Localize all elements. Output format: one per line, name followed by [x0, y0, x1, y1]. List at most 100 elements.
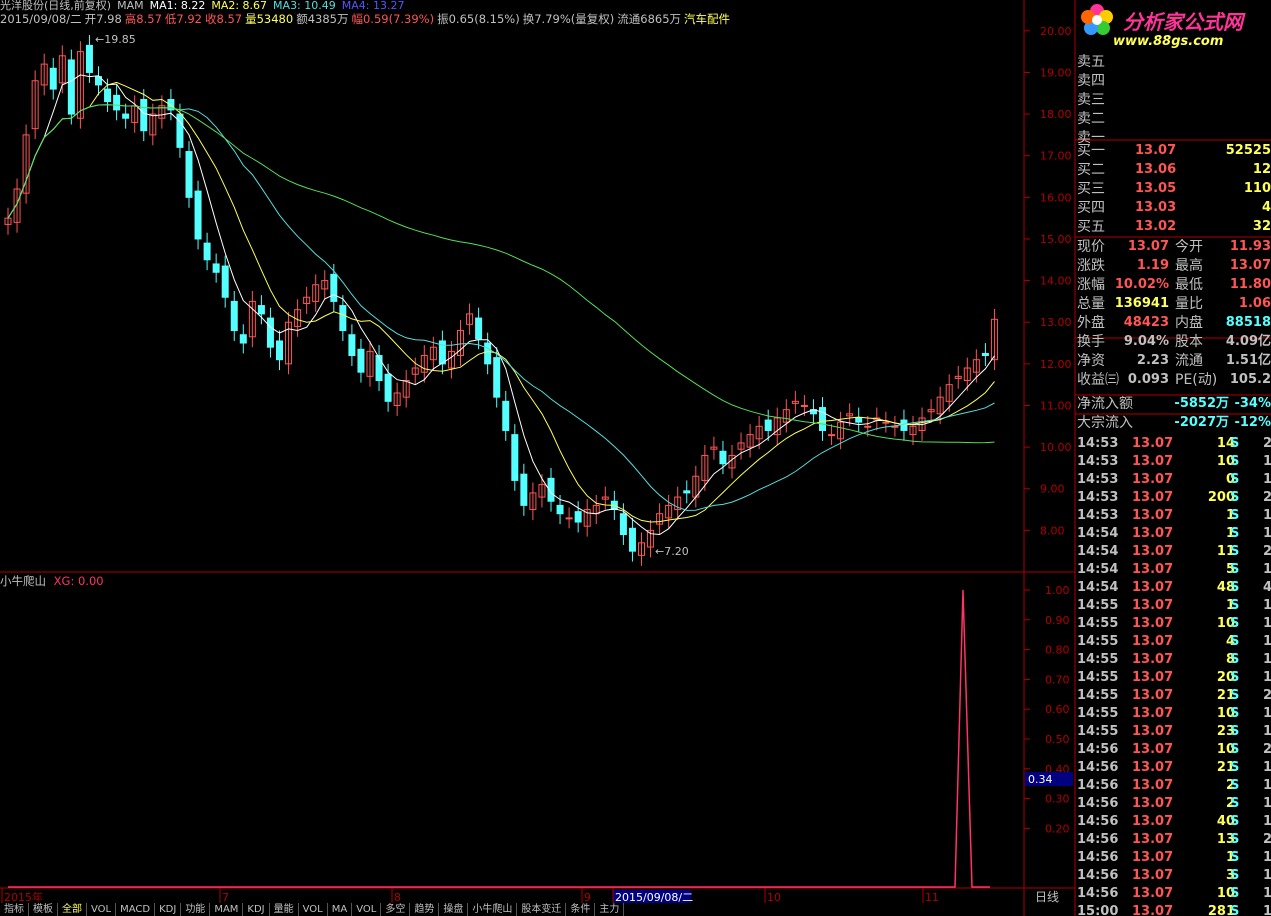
candle-body [384, 373, 392, 402]
tick-row: 14:55 13.07 21 S 2 [1075, 687, 1271, 705]
tick-count: 1 [1263, 670, 1271, 685]
quote-label: 今开 [1175, 239, 1203, 255]
indicator-tab[interactable]: 量能 [270, 903, 299, 916]
price-axis-label: 19.00 [1040, 66, 1072, 79]
sub-axis-label: 0.70 [1045, 673, 1070, 686]
tick-side: S [1230, 652, 1240, 667]
info-sector: 汽车配件 [684, 12, 731, 26]
tick-row: 14:56 13.07 3 S 1 [1075, 867, 1271, 885]
indicator-tab[interactable]: 操盘 [439, 903, 469, 916]
indicator-tab[interactable]: 全部 [58, 903, 87, 916]
tick-count: 2 [1263, 544, 1271, 559]
buy-label: 买五 [1077, 219, 1105, 235]
indicator-tab[interactable]: 小牛爬山 [468, 903, 518, 916]
indicator-tab[interactable]: 模板 [29, 903, 58, 916]
tick-price: 13.07 [1132, 652, 1174, 667]
tick-side: S [1230, 868, 1240, 883]
indicator-tab[interactable]: 多空 [381, 903, 411, 916]
tick-row: 14:55 13.07 4 S 1 [1075, 633, 1271, 651]
tick-price: 13.07 [1132, 850, 1174, 865]
tick-time: 14:55 [1077, 724, 1119, 739]
tick-price: 13.07 [1132, 904, 1174, 916]
candle-body [556, 504, 564, 515]
quote-value: 13.07 [1229, 258, 1271, 273]
quote-row: 净资 2.23 流通 1.51亿 [1075, 352, 1271, 370]
tick-time: 14:56 [1077, 886, 1119, 901]
candle-body [828, 434, 836, 437]
tick-price: 13.07 [1132, 760, 1174, 775]
indicator-tab[interactable]: 股本变迁 [517, 903, 567, 916]
indicator-tab[interactable]: MAM [210, 903, 244, 916]
sub-axis-label: 0.30 [1045, 793, 1070, 806]
quote-row: 总量 136941 量比 1.06 [1075, 295, 1271, 313]
flow-value: -2027万 [1174, 415, 1229, 430]
indicator-tab[interactable]: VOL [299, 903, 328, 916]
tick-row: 14:53 13.07 14 S 2 [1075, 435, 1271, 453]
tick-count: 1 [1263, 526, 1271, 541]
tick-side: S [1230, 472, 1240, 487]
sell-row: 卖三 [1075, 91, 1271, 109]
quote-value: 4.09亿 [1225, 334, 1271, 349]
tick-side: S [1230, 904, 1240, 916]
tick-time: 14:53 [1077, 436, 1119, 451]
tick-count: 1 [1263, 796, 1271, 811]
quote-label: 量比 [1175, 296, 1203, 312]
tick-price: 13.07 [1132, 616, 1174, 631]
buy-row: 买三 13.05 110 [1075, 180, 1271, 198]
sub-axis-label: 1.00 [1045, 584, 1070, 597]
tick-count: 1 [1263, 652, 1271, 667]
quote-label: 现价 [1077, 239, 1105, 255]
indicator-tab[interactable]: MACD [116, 903, 156, 916]
tick-row: 14:56 13.07 10 S 1 [1075, 885, 1271, 903]
indicator-tab[interactable]: VOL [352, 903, 382, 916]
candle-body [619, 513, 627, 536]
quote-row: 涨跌 1.19 最高 13.07 [1075, 257, 1271, 275]
low-annotation: ←7.20 [655, 545, 689, 558]
tick-side: S [1230, 724, 1240, 739]
tick-side: S [1230, 490, 1240, 505]
indicator-tab[interactable]: KDJ [155, 903, 182, 916]
tick-count: 1 [1263, 598, 1271, 613]
info-amplitude: 振0.65(8.15%) [437, 12, 520, 26]
tick-row: 15:00 13.07 281 S 1 [1075, 903, 1271, 916]
indicator-tab[interactable]: 指标 [0, 903, 29, 916]
quote-row: 现价 13.07 今开 11.93 [1075, 238, 1271, 256]
tick-time: 14:55 [1077, 616, 1119, 631]
indicator-tab[interactable]: 主力 [595, 903, 625, 916]
sub-axis-label: 0.80 [1045, 644, 1070, 657]
indicator-tab[interactable]: 条件 [566, 903, 596, 916]
indicator-tab[interactable]: 趋势 [410, 903, 440, 916]
info-turnover: 换7.79%(量复权) [522, 12, 615, 26]
high-annotation: ←19.85 [95, 33, 136, 46]
tick-row: 14:54 13.07 5 S 1 [1075, 561, 1271, 579]
indicator-tab[interactable]: MA [328, 903, 353, 916]
candle-body [511, 434, 519, 481]
ma-legend: 光洋股份(日线,前复权) MAM MA1: 8.22 MA2: 8.67 MA3: 10… [0, 0, 410, 12]
quote-label: 内盘 [1175, 315, 1203, 331]
tick-price: 13.07 [1132, 778, 1174, 793]
indicator-tab[interactable]: KDJ [243, 903, 270, 916]
tick-count: 1 [1263, 454, 1271, 469]
period-label[interactable]: 日线 [1035, 890, 1059, 904]
info-amount: 额4385万 [296, 12, 349, 26]
tick-time: 14:56 [1077, 742, 1119, 757]
sub-axis-label: 0.20 [1045, 822, 1070, 835]
candle-body [981, 352, 989, 357]
info-date: 2015/09/08/二 [0, 12, 82, 26]
info-open: 开7.98 [84, 12, 122, 26]
tick-side: S [1230, 580, 1240, 595]
sub-axis-label: 0.60 [1045, 703, 1070, 716]
tick-price: 13.07 [1132, 598, 1174, 613]
quote-label: 外盘 [1077, 315, 1105, 331]
sell-row: 卖二 [1075, 110, 1271, 128]
price-axis-label: 9.00 [1040, 483, 1065, 496]
tick-time: 14:55 [1077, 652, 1119, 667]
candle-body [212, 263, 220, 273]
info-low: 低7.92 [164, 12, 202, 26]
quote-row: 换手 9.04% 股本 4.09亿 [1075, 333, 1271, 351]
tick-side: S [1230, 598, 1240, 613]
stock-title: 光洋股份(日线,前复权) [0, 0, 112, 12]
quote-row: 涨幅 10.02% 最低 11.80 [1075, 276, 1271, 294]
indicator-tab[interactable]: 功能 [181, 903, 211, 916]
indicator-tab[interactable]: VOL [87, 903, 117, 916]
